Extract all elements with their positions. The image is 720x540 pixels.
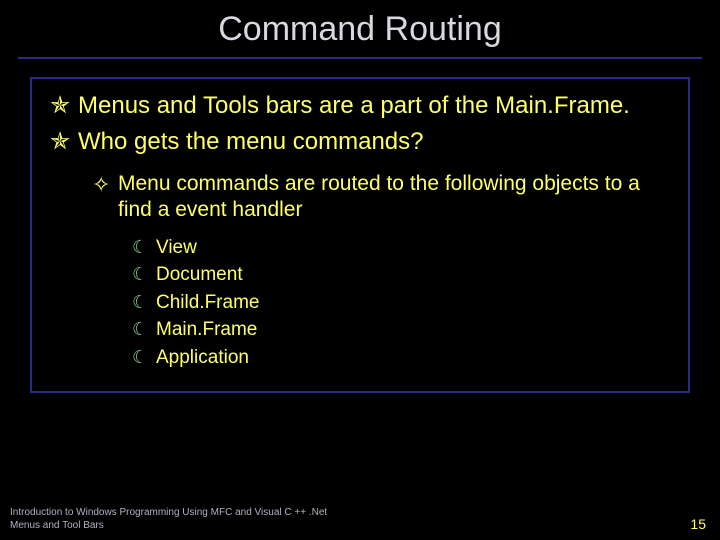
star-icon: ✯ xyxy=(50,127,78,157)
bullet-lvl3: ☾ Main.Frame xyxy=(132,316,670,344)
bullet-lvl2-text: Menu commands are routed to the followin… xyxy=(118,171,670,224)
page-number: 15 xyxy=(690,516,706,532)
bullet-lvl3: ☾ Document xyxy=(132,261,670,289)
diamond-icon: ✧ xyxy=(92,171,118,199)
bullet-lvl3-text: Child.Frame xyxy=(156,289,259,317)
moon-icon: ☾ xyxy=(132,234,156,260)
content-box: ✯ Menus and Tools bars are a part of the… xyxy=(30,77,690,393)
moon-icon: ☾ xyxy=(132,316,156,342)
slide-title: Command Routing xyxy=(0,0,720,57)
star-icon: ✯ xyxy=(50,91,78,121)
moon-icon: ☾ xyxy=(132,289,156,315)
bullet-lvl1: ✯ Menus and Tools bars are a part of the… xyxy=(50,91,670,121)
bullet-lvl1-text: Menus and Tools bars are a part of the M… xyxy=(78,91,630,121)
footer-line-2: Menus and Tool Bars xyxy=(10,519,327,532)
bullet-lvl2: ✧ Menu commands are routed to the follow… xyxy=(92,171,670,224)
bullet-lvl1-text: Who gets the menu commands? xyxy=(78,127,424,157)
divider xyxy=(18,57,702,59)
bullet-lvl3-text: Main.Frame xyxy=(156,316,257,344)
bullet-lvl3: ☾ Application xyxy=(132,344,670,372)
moon-icon: ☾ xyxy=(132,344,156,370)
moon-icon: ☾ xyxy=(132,261,156,287)
bullet-lvl1: ✯ Who gets the menu commands? xyxy=(50,127,670,157)
footer: Introduction to Windows Programming Usin… xyxy=(10,506,327,532)
bullet-lvl3-text: View xyxy=(156,234,197,262)
bullet-lvl3-text: Document xyxy=(156,261,243,289)
footer-line-1: Introduction to Windows Programming Usin… xyxy=(10,506,327,519)
bullet-lvl3: ☾ Child.Frame xyxy=(132,289,670,317)
bullet-lvl3: ☾ View xyxy=(132,234,670,262)
bullet-lvl3-text: Application xyxy=(156,344,249,372)
